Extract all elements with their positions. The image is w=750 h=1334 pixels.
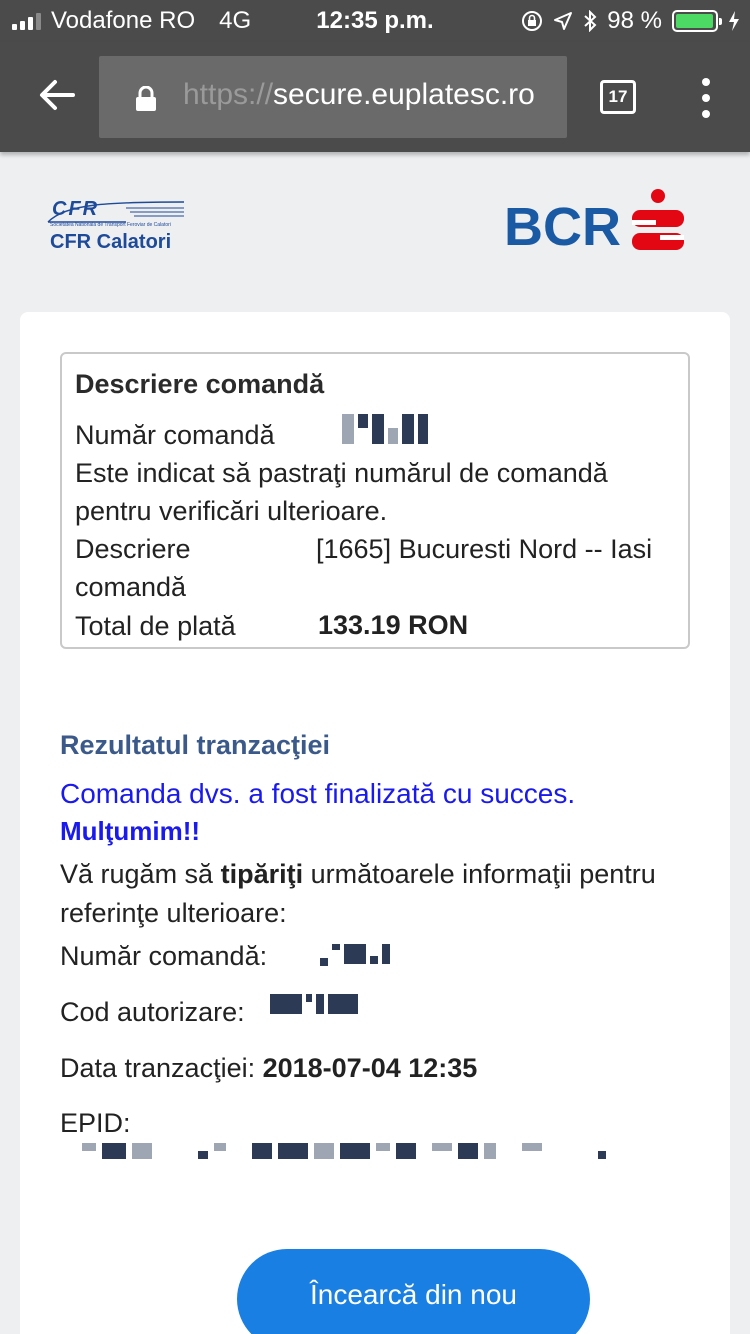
back-button[interactable]	[34, 72, 80, 118]
order-number-label: Număr comandă	[75, 420, 275, 450]
auth-code-row: Cod autorizare:	[60, 997, 245, 1028]
payment-result-card: Descriere comandă Număr comandă Este ind…	[20, 312, 730, 1334]
auth-code-label: Cod autorizare:	[60, 997, 245, 1027]
order-description-box: Descriere comandă Număr comandă Este ind…	[60, 352, 690, 649]
print-instruction: Vă rugăm să tipăriţi următoarele informa…	[60, 855, 750, 933]
cfr-calatori-logo: CFR Societatea Nationala de Transport Fe…	[46, 198, 188, 258]
url-scheme: https://	[183, 78, 274, 111]
retry-button[interactable]: Încearcă din nou	[237, 1249, 590, 1334]
auth-code-redacted	[270, 994, 358, 1014]
cfr-mark-text: CFR	[52, 198, 100, 220]
total-value: 133.19 RON	[318, 610, 469, 640]
bcr-s-symbol-icon	[632, 189, 684, 250]
transaction-date-label: Data tranzacţiei:	[60, 1053, 256, 1083]
browser-toolbar: https://secure.euplatesc.ro 17	[0, 42, 750, 152]
bcr-wordmark: BCR	[504, 197, 621, 257]
success-message: Comanda dvs. a fost finalizată cu succes…	[60, 778, 576, 809]
battery-icon	[672, 10, 722, 32]
print-instruction-pre: Vă rugăm să	[60, 859, 221, 889]
rotation-lock-icon	[522, 11, 543, 31]
url-text: https://secure.euplatesc.ro	[183, 78, 535, 112]
transaction-date-row: Data tranzacţiei: 2018-07-04 12:35	[60, 1053, 477, 1084]
cfr-name: CFR Calatori	[50, 231, 172, 253]
lock-icon	[136, 86, 156, 111]
total-label: Total de plată	[75, 611, 236, 641]
order-description-label: Descriere comandă	[75, 534, 191, 602]
epid-label: EPID:	[60, 1108, 131, 1138]
result-order-number-redacted	[320, 944, 390, 966]
print-instruction-bold: tipăriţi	[220, 859, 304, 889]
back-arrow-icon	[40, 80, 75, 110]
status-bar: Vodafone RO 4G 12:35 p.m. 98 %	[0, 0, 750, 42]
overflow-menu-icon[interactable]	[694, 78, 718, 118]
tab-switcher-button[interactable]: 17	[600, 80, 636, 114]
order-box-title: Descriere comandă	[75, 369, 325, 399]
url-bar[interactable]: https://secure.euplatesc.ro	[99, 56, 567, 138]
order-number-redacted	[342, 414, 428, 444]
location-arrow-icon	[554, 12, 573, 30]
epid-row: EPID:	[60, 1108, 131, 1139]
bluetooth-icon	[584, 10, 597, 32]
url-host: secure.euplatesc.ro	[273, 78, 535, 111]
battery-percent: 98 %	[607, 7, 662, 34]
epid-redacted	[82, 1143, 606, 1159]
transaction-result-title: Rezultatul tranzacţiei	[60, 730, 331, 760]
cfr-subtitle: Societatea Nationala de Transport Ferovi…	[50, 222, 171, 228]
order-number-note: Este indicat să pastraţi numărul de coma…	[75, 458, 608, 526]
result-order-number-label: Număr comandă:	[60, 941, 268, 971]
charging-bolt-icon	[729, 11, 739, 31]
transaction-date-value: 2018-07-04 12:35	[262, 1053, 478, 1083]
thank-you-message: Mulţumim!!	[60, 816, 201, 846]
bcr-logo: BCR	[504, 188, 688, 260]
result-order-number-row: Număr comandă:	[60, 941, 267, 972]
order-description-value: [1665] Bucuresti Nord -- Iasi	[316, 534, 653, 564]
